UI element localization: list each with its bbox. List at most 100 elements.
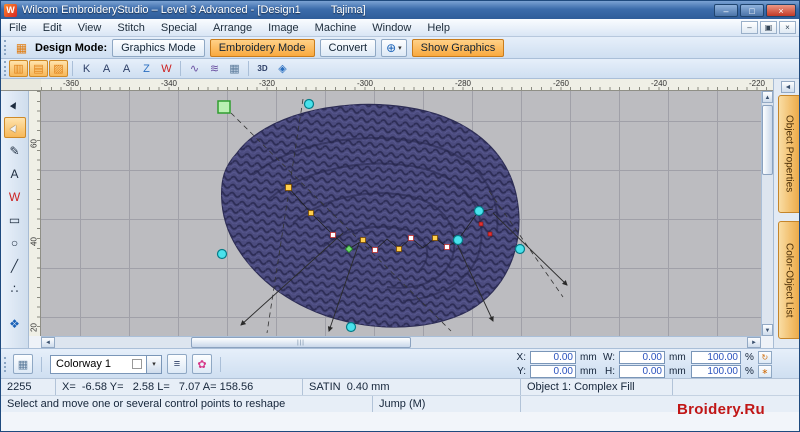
satin-stitch-icon[interactable]: ≋ bbox=[205, 60, 224, 77]
reshape-tool[interactable]: ► bbox=[3, 117, 26, 138]
line-tool[interactable]: ╱ bbox=[4, 255, 26, 276]
mode-toolbar: ▦ Design Mode: Graphics Mode Embroidery … bbox=[1, 37, 799, 59]
menu-stitch[interactable]: Stitch bbox=[109, 19, 153, 36]
wilcom-lettering-icon[interactable]: W bbox=[157, 60, 176, 77]
tab-color-object-list[interactable]: Color-Object List bbox=[778, 221, 799, 339]
apply-scale-y-icon[interactable]: ∗ bbox=[757, 364, 772, 378]
show-graphics-button[interactable]: Show Graphics bbox=[411, 38, 505, 57]
view-3d-icon[interactable]: 3D bbox=[253, 60, 272, 77]
menu-special[interactable]: Special bbox=[153, 19, 205, 36]
close-button[interactable]: × bbox=[766, 3, 796, 17]
run-stitch-icon[interactable]: ∿ bbox=[185, 60, 204, 77]
zoom-box-icon[interactable]: ▥ bbox=[9, 60, 28, 77]
menu-image[interactable]: Image bbox=[260, 19, 307, 36]
embroidery-fill-object[interactable] bbox=[220, 103, 520, 328]
tab-object-properties[interactable]: Object Properties bbox=[778, 95, 799, 213]
monogram-tool[interactable]: W bbox=[4, 186, 26, 207]
scale-y-field[interactable] bbox=[691, 364, 741, 378]
thread-colors-icon[interactable]: ✿ bbox=[192, 354, 212, 374]
graphics-mode-button[interactable]: Graphics Mode bbox=[112, 38, 205, 57]
title-bar: W Wilcom EmbroideryStudio – Level 3 Adva… bbox=[1, 1, 799, 19]
globe-icon: ⊕ bbox=[386, 40, 397, 55]
point-tool[interactable]: ∴ bbox=[4, 278, 26, 299]
mdi-close-button[interactable]: × bbox=[779, 21, 796, 34]
icon-toolbar: ▥ ▤ ▨ K A A Z W ∿ ≋ ▦ 3D ◈ bbox=[1, 59, 799, 79]
maximize-button[interactable]: □ bbox=[740, 3, 764, 17]
ruler-corner bbox=[1, 79, 41, 91]
colorway-settings-icon[interactable]: ≡ bbox=[167, 354, 187, 374]
fill-stitch-icon[interactable]: ▦ bbox=[225, 60, 244, 77]
menu-help[interactable]: Help bbox=[419, 19, 458, 36]
select-tool[interactable]: ► bbox=[4, 94, 26, 115]
h-unit: mm bbox=[669, 365, 686, 377]
scroll-down-icon[interactable]: ▼ bbox=[762, 324, 773, 336]
toolbar-separator bbox=[41, 356, 42, 372]
ruler-tick: -360 bbox=[62, 79, 80, 88]
docked-panel-strip: ◄ Object Properties Color-Object List bbox=[773, 79, 799, 348]
vertical-ruler: 60 40 20 bbox=[29, 91, 41, 336]
toolbar-drag-handle[interactable] bbox=[4, 61, 8, 76]
show-outlines-icon[interactable]: ▨ bbox=[49, 60, 68, 77]
vertical-scrollbar[interactable]: ▲ ▼ bbox=[761, 91, 773, 336]
horizontal-ruler: -360 -340 -320 -300 -280 -260 -240 -220 bbox=[41, 79, 773, 91]
entry-point-handle[interactable] bbox=[217, 100, 231, 114]
horizontal-scroll-thumb[interactable]: ||| bbox=[191, 337, 411, 348]
scale-y-percent: % bbox=[745, 365, 754, 377]
chevron-down-icon[interactable]: ▾ bbox=[146, 355, 161, 373]
toolbar-separator bbox=[220, 356, 221, 372]
embroidery-mode-button[interactable]: Embroidery Mode bbox=[209, 38, 315, 57]
menu-edit[interactable]: Edit bbox=[35, 19, 70, 36]
hoop-globe-button[interactable]: ⊕ ▾ bbox=[381, 38, 407, 57]
y-unit: mm bbox=[580, 365, 597, 377]
stitch-object[interactable] bbox=[41, 91, 761, 336]
ruler-tick: 60 bbox=[29, 139, 39, 148]
measure-icon[interactable]: ◈ bbox=[273, 60, 292, 77]
mdi-restore-button[interactable]: ▣ bbox=[760, 21, 777, 34]
x-label: X: bbox=[516, 351, 526, 363]
height-field[interactable] bbox=[619, 364, 665, 378]
scale-x-percent: % bbox=[745, 351, 754, 363]
convert-button[interactable]: Convert bbox=[319, 38, 377, 57]
h-label: H: bbox=[605, 365, 615, 377]
monogram-icon[interactable]: A bbox=[117, 60, 136, 77]
envelope-icon[interactable]: Z bbox=[137, 60, 156, 77]
menu-arrange[interactable]: Arrange bbox=[205, 19, 260, 36]
mdi-minimize-button[interactable]: – bbox=[741, 21, 758, 34]
lettering-icon[interactable]: A bbox=[97, 60, 116, 77]
kerning-icon[interactable]: K bbox=[77, 60, 96, 77]
mdi-window-controls: – ▣ × bbox=[741, 21, 796, 34]
horizontal-scrollbar[interactable]: ◄ ||| ► bbox=[41, 336, 761, 348]
panel-pin-icon[interactable]: ◄ bbox=[781, 81, 795, 93]
show-stitches-icon[interactable]: ▤ bbox=[29, 60, 48, 77]
y-field[interactable] bbox=[530, 364, 576, 378]
ruler-tick: -280 bbox=[454, 79, 472, 88]
window-title-machine: Tajima] bbox=[330, 4, 366, 16]
menu-view[interactable]: View bbox=[70, 19, 110, 36]
toolbar-drag-handle[interactable] bbox=[4, 356, 8, 372]
apply-scale-x-icon[interactable]: ↻ bbox=[757, 350, 772, 364]
menu-file[interactable]: File bbox=[1, 19, 35, 36]
lettering-tool[interactable]: A bbox=[4, 163, 26, 184]
app-window: W Wilcom EmbroideryStudio – Level 3 Adva… bbox=[0, 0, 800, 432]
width-field[interactable] bbox=[619, 350, 665, 364]
menu-window[interactable]: Window bbox=[364, 19, 419, 36]
scroll-up-icon[interactable]: ▲ bbox=[762, 91, 773, 103]
toolbox: ► ► ✎ A W ▭ ○ ╱ ∴ ❖ bbox=[1, 91, 29, 348]
minimize-button[interactable]: – bbox=[714, 3, 738, 17]
toolbar-drag-handle[interactable] bbox=[4, 40, 8, 55]
mirror-tool[interactable]: ❖ bbox=[4, 313, 26, 334]
rectangle-tool[interactable]: ▭ bbox=[4, 209, 26, 230]
design-canvas[interactable] bbox=[41, 91, 761, 336]
scale-x-field[interactable] bbox=[691, 350, 741, 364]
menu-machine[interactable]: Machine bbox=[307, 19, 365, 36]
watermark: Broidery.Ru bbox=[676, 401, 765, 418]
window-controls: – □ × bbox=[714, 3, 796, 17]
x-field[interactable] bbox=[530, 350, 576, 364]
scroll-right-icon[interactable]: ► bbox=[747, 337, 761, 348]
vertical-scroll-thumb[interactable] bbox=[762, 105, 773, 175]
digitize-tool[interactable]: ✎ bbox=[4, 140, 26, 161]
ellipse-tool[interactable]: ○ bbox=[4, 232, 26, 253]
scroll-left-icon[interactable]: ◄ bbox=[41, 337, 55, 348]
colorway-select[interactable]: Colorway 1 ▾ bbox=[50, 354, 162, 374]
colorway-editor-icon[interactable]: ▦ bbox=[13, 354, 33, 374]
